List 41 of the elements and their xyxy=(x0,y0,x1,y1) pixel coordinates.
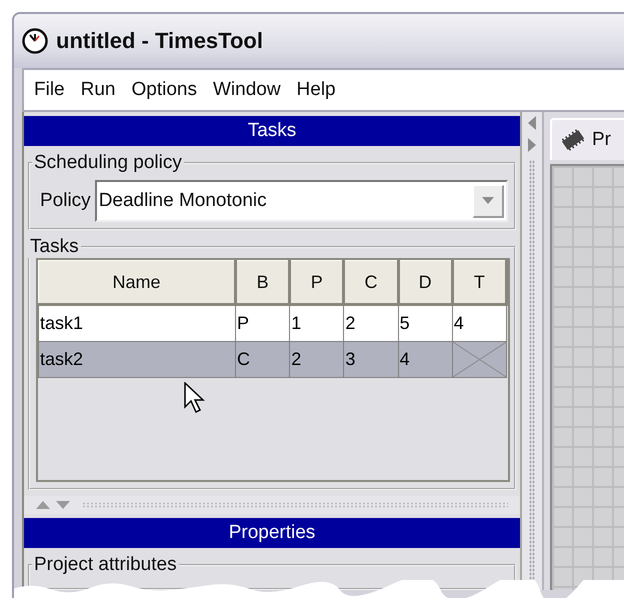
clock-icon xyxy=(22,28,48,54)
policy-label: Policy xyxy=(40,190,91,212)
menu-item[interactable]: Run xyxy=(76,79,128,101)
column-header[interactable]: C xyxy=(344,260,398,304)
dropdown-arrow-icon xyxy=(482,197,494,204)
panel-header: Tasks xyxy=(24,116,520,146)
table-cell: 4 xyxy=(452,304,506,342)
collapse-left-icon[interactable] xyxy=(528,116,536,130)
policy-dropdown[interactable]: Deadline Monotonic xyxy=(94,180,508,222)
column-header[interactable]: B xyxy=(236,260,290,304)
group-title: Project attributes xyxy=(33,554,178,576)
table-cell: task2 xyxy=(38,342,236,378)
canvas-grid[interactable] xyxy=(550,164,624,590)
window-title: untitled - TimesTool xyxy=(56,28,263,54)
table-cell: 1 xyxy=(290,304,344,342)
menu-item[interactable]: Window xyxy=(208,79,293,101)
table-cell: P xyxy=(236,304,290,342)
group-title: Tasks xyxy=(29,236,80,258)
collapse-up-icon[interactable] xyxy=(36,501,50,509)
panel-header: Properties xyxy=(24,518,520,548)
group-title: Scheduling policy xyxy=(33,152,183,174)
table-cell: 5 xyxy=(398,304,452,342)
table-row[interactable]: task2 C 2 3 4 xyxy=(38,342,506,378)
column-header[interactable]: P xyxy=(290,260,344,304)
expand-down-icon[interactable] xyxy=(56,501,70,509)
table-cell: 2 xyxy=(344,304,398,342)
table-cell: 2 xyxy=(290,342,344,378)
editor-tab[interactable]: Pr xyxy=(550,118,624,160)
menu-item[interactable]: Help xyxy=(292,79,348,101)
column-header[interactable]: Name xyxy=(38,260,236,304)
pointer-icon xyxy=(184,382,206,414)
table-cell: C xyxy=(236,342,290,378)
expand-right-icon[interactable] xyxy=(528,138,536,152)
menu-item[interactable]: Options xyxy=(127,79,209,101)
column-header[interactable]: T xyxy=(452,260,506,304)
table-row[interactable]: task1 P 1 2 5 4 xyxy=(38,304,506,342)
table-cell: 3 xyxy=(344,342,398,378)
table-cell: task1 xyxy=(38,304,236,342)
column-header[interactable]: D xyxy=(398,260,452,304)
table-cell: 4 xyxy=(398,342,452,378)
menu-item[interactable]: File xyxy=(30,79,77,101)
